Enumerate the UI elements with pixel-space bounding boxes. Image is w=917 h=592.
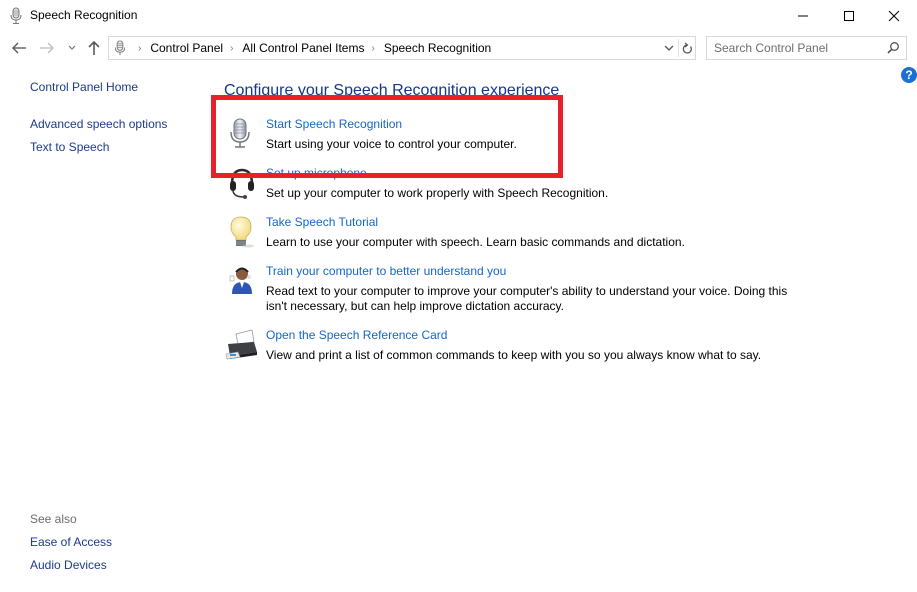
breadcrumb-speech-recognition[interactable]: Speech Recognition xyxy=(384,41,491,55)
search-input[interactable] xyxy=(707,37,882,59)
see-also-label: See also xyxy=(30,512,77,526)
sidebar-control-panel-home[interactable]: Control Panel Home xyxy=(30,80,138,94)
search-box[interactable] xyxy=(706,36,907,60)
recent-locations-button[interactable] xyxy=(64,37,80,59)
lightbulb-icon xyxy=(230,216,254,248)
close-icon xyxy=(888,10,900,21)
chevron-down-icon xyxy=(68,45,76,50)
maximize-button[interactable] xyxy=(826,0,872,31)
see-also-ease-of-access[interactable]: Ease of Access xyxy=(30,535,112,549)
breadcrumb-control-panel[interactable]: Control Panel xyxy=(150,41,223,55)
forward-button[interactable] xyxy=(36,37,58,59)
minimize-button[interactable] xyxy=(780,0,826,31)
refresh-button[interactable] xyxy=(679,37,695,59)
breadcrumb: › Control Panel › All Control Panel Item… xyxy=(131,37,491,59)
title-bar: Speech Recognition xyxy=(0,0,917,32)
task-description: View and print a list of common commands… xyxy=(266,348,762,362)
maximize-icon xyxy=(844,10,854,21)
headset-icon xyxy=(230,168,254,199)
breadcrumb-separator[interactable]: › xyxy=(230,43,233,54)
back-button[interactable] xyxy=(8,37,30,59)
microphone-icon xyxy=(230,118,250,148)
task-description: Start using your voice to control your c… xyxy=(266,137,517,151)
open-reference-card-link[interactable]: Open the Speech Reference Card xyxy=(266,328,447,342)
address-dropdown-button[interactable] xyxy=(660,37,678,59)
window-title: Speech Recognition xyxy=(30,8,138,22)
address-bar[interactable]: › Control Panel › All Control Panel Item… xyxy=(108,36,696,60)
page-heading: Configure your Speech Recognition experi… xyxy=(224,82,560,99)
refresh-icon xyxy=(682,42,692,54)
arrow-up-icon xyxy=(88,40,100,55)
arrow-left-icon xyxy=(12,42,26,54)
up-button[interactable] xyxy=(84,37,104,59)
close-button[interactable] xyxy=(871,0,917,31)
user-headset-icon xyxy=(229,267,252,294)
microphone-icon xyxy=(10,7,22,24)
task-description: Read text to your computer to improve yo… xyxy=(266,284,788,313)
train-computer-link[interactable]: Train your computer to better understand… xyxy=(266,264,506,278)
sidebar-text-to-speech[interactable]: Text to Speech xyxy=(30,140,109,154)
minimize-icon xyxy=(798,15,808,16)
chevron-down-icon xyxy=(664,45,674,51)
breadcrumb-separator[interactable]: › xyxy=(371,43,374,54)
start-speech-recognition-link[interactable]: Start Speech Recognition xyxy=(266,117,402,131)
printer-icon xyxy=(225,329,257,360)
see-also-audio-devices[interactable]: Audio Devices xyxy=(30,558,107,572)
task-description: Learn to use your computer with speech. … xyxy=(266,235,685,249)
navigation-bar: › Control Panel › All Control Panel Item… xyxy=(0,32,917,64)
search-icon[interactable] xyxy=(885,41,901,55)
breadcrumb-separator[interactable]: › xyxy=(138,43,141,54)
set-up-microphone-link[interactable]: Set up microphone xyxy=(266,166,367,180)
sidebar-advanced-speech-options[interactable]: Advanced speech options xyxy=(30,117,167,131)
arrow-right-icon xyxy=(40,42,54,54)
microphone-icon xyxy=(114,40,126,56)
take-speech-tutorial-link[interactable]: Take Speech Tutorial xyxy=(266,215,378,229)
task-description: Set up your computer to work properly wi… xyxy=(266,186,609,200)
breadcrumb-all-control-panel-items[interactable]: All Control Panel Items xyxy=(242,41,364,55)
help-button[interactable]: ? xyxy=(901,67,917,83)
